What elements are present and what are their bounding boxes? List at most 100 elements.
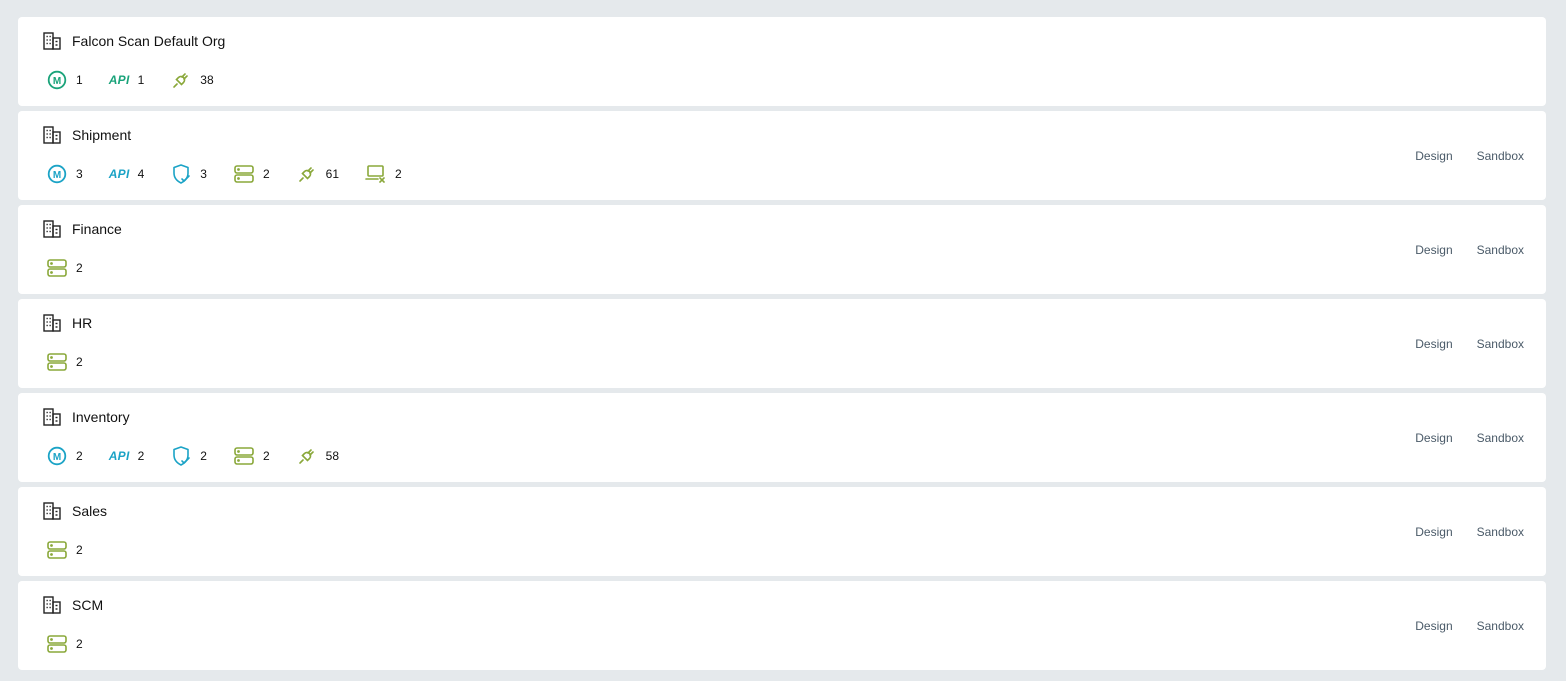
org-header: Sales [42, 501, 107, 521]
stat-item: 2 [233, 163, 270, 185]
stat-count: 2 [262, 449, 270, 463]
stat-item: 2 [46, 257, 83, 279]
stat-count: 61 [325, 167, 340, 181]
stat-count: 2 [76, 355, 83, 369]
stat-item: 3 [170, 163, 207, 185]
stat-count: 3 [76, 167, 83, 181]
org-card[interactable]: Finance 2 Design Sandbox [18, 205, 1546, 294]
server-icon [46, 633, 68, 655]
org-stats: 2 [46, 257, 109, 279]
org-card[interactable]: Sales 2 Design Sandbox [18, 487, 1546, 576]
stat-item: 2 [46, 539, 83, 561]
org-name[interactable]: Falcon Scan Default Org [72, 33, 225, 49]
stat-count: 2 [76, 449, 83, 463]
shield-check-icon [170, 445, 192, 467]
stat-item: 2 [46, 351, 83, 373]
sandbox-link[interactable]: Sandbox [1477, 243, 1524, 257]
design-link[interactable]: Design [1415, 525, 1452, 539]
org-header: SCM [42, 595, 103, 615]
stat-item: API 2 [109, 445, 145, 467]
sandbox-link[interactable]: Sandbox [1477, 431, 1524, 445]
stat-count: 2 [76, 543, 83, 557]
org-card[interactable]: SCM 2 Design Sandbox [18, 581, 1546, 670]
sandbox-link[interactable]: Sandbox [1477, 149, 1524, 163]
plug-icon [296, 445, 318, 467]
server-icon [233, 445, 255, 467]
api-icon: API [108, 167, 130, 181]
org-name[interactable]: Shipment [72, 127, 131, 143]
org-actions: Design Sandbox [1391, 487, 1524, 576]
stat-count: 4 [137, 167, 145, 181]
building-icon [42, 313, 62, 333]
stat-count: 1 [76, 73, 83, 87]
org-name[interactable]: Sales [72, 503, 107, 519]
design-link[interactable]: Design [1415, 243, 1452, 257]
stat-item: M 3 [46, 163, 83, 185]
org-stats: M 1 API 1 38 [46, 69, 240, 91]
sandbox-link[interactable]: Sandbox [1477, 525, 1524, 539]
stat-item: 38 [170, 69, 214, 91]
building-icon [42, 407, 62, 427]
org-header: Falcon Scan Default Org [42, 31, 225, 51]
org-name[interactable]: Finance [72, 221, 122, 237]
building-icon [42, 219, 62, 239]
svg-text:M: M [53, 170, 61, 181]
stat-item: M 2 [46, 445, 83, 467]
stat-item: API 1 [109, 69, 145, 91]
m-circle-icon: M [46, 163, 68, 185]
org-actions: Design Sandbox [1391, 393, 1524, 482]
stat-item: 2 [365, 163, 402, 185]
org-stats: 2 [46, 539, 109, 561]
plug-icon [170, 69, 192, 91]
org-name[interactable]: SCM [72, 597, 103, 613]
org-actions: Design Sandbox [1391, 581, 1524, 670]
org-actions: Design Sandbox [1391, 299, 1524, 388]
stat-count: 2 [76, 637, 83, 651]
org-card[interactable]: Inventory M 2 API 2 2 2 58 Design Sandbox [18, 393, 1546, 482]
design-link[interactable]: Design [1415, 149, 1452, 163]
org-actions: Design Sandbox [1391, 111, 1524, 200]
api-icon: API [108, 73, 130, 87]
stat-item: 58 [296, 445, 339, 467]
stat-count: 58 [325, 449, 340, 463]
stat-item: 2 [233, 445, 270, 467]
svg-text:M: M [53, 76, 61, 87]
server-icon [46, 539, 68, 561]
stat-count: 1 [137, 73, 145, 87]
stat-count: 3 [200, 167, 207, 181]
stat-item: 2 [46, 633, 83, 655]
design-link[interactable]: Design [1415, 431, 1452, 445]
org-name[interactable]: HR [72, 315, 92, 331]
m-circle-icon: M [46, 69, 68, 91]
org-card[interactable]: HR 2 Design Sandbox [18, 299, 1546, 388]
building-icon [42, 31, 62, 51]
org-header: Finance [42, 219, 122, 239]
org-name[interactable]: Inventory [72, 409, 130, 425]
stat-count: 38 [200, 73, 214, 87]
server-icon [46, 257, 68, 279]
stat-count: 2 [137, 449, 145, 463]
shield-check-icon [170, 163, 192, 185]
org-card[interactable]: Shipment M 3 API 4 3 2 61 2 Design Sandbox [18, 111, 1546, 200]
stat-item: 61 [296, 163, 339, 185]
building-icon [42, 125, 62, 145]
server-icon [233, 163, 255, 185]
plug-icon [296, 163, 318, 185]
design-link[interactable]: Design [1415, 619, 1452, 633]
sandbox-link[interactable]: Sandbox [1477, 337, 1524, 351]
api-icon: API [108, 449, 130, 463]
org-actions: Design Sandbox [1391, 205, 1524, 294]
stat-count: 2 [262, 167, 270, 181]
org-stats: 2 [46, 351, 109, 373]
org-header: Inventory [42, 407, 130, 427]
stat-count: 2 [395, 167, 402, 181]
org-header: HR [42, 313, 92, 333]
server-icon [46, 351, 68, 373]
org-card[interactable]: Falcon Scan Default Org M 1 API 1 38 [18, 17, 1546, 106]
stat-count: 2 [76, 261, 83, 275]
design-link[interactable]: Design [1415, 337, 1452, 351]
m-circle-icon: M [46, 445, 68, 467]
org-stats: M 2 API 2 2 2 58 [46, 445, 365, 467]
org-list: Falcon Scan Default Org M 1 API 1 38 Shipm… [18, 17, 1546, 675]
sandbox-link[interactable]: Sandbox [1477, 619, 1524, 633]
